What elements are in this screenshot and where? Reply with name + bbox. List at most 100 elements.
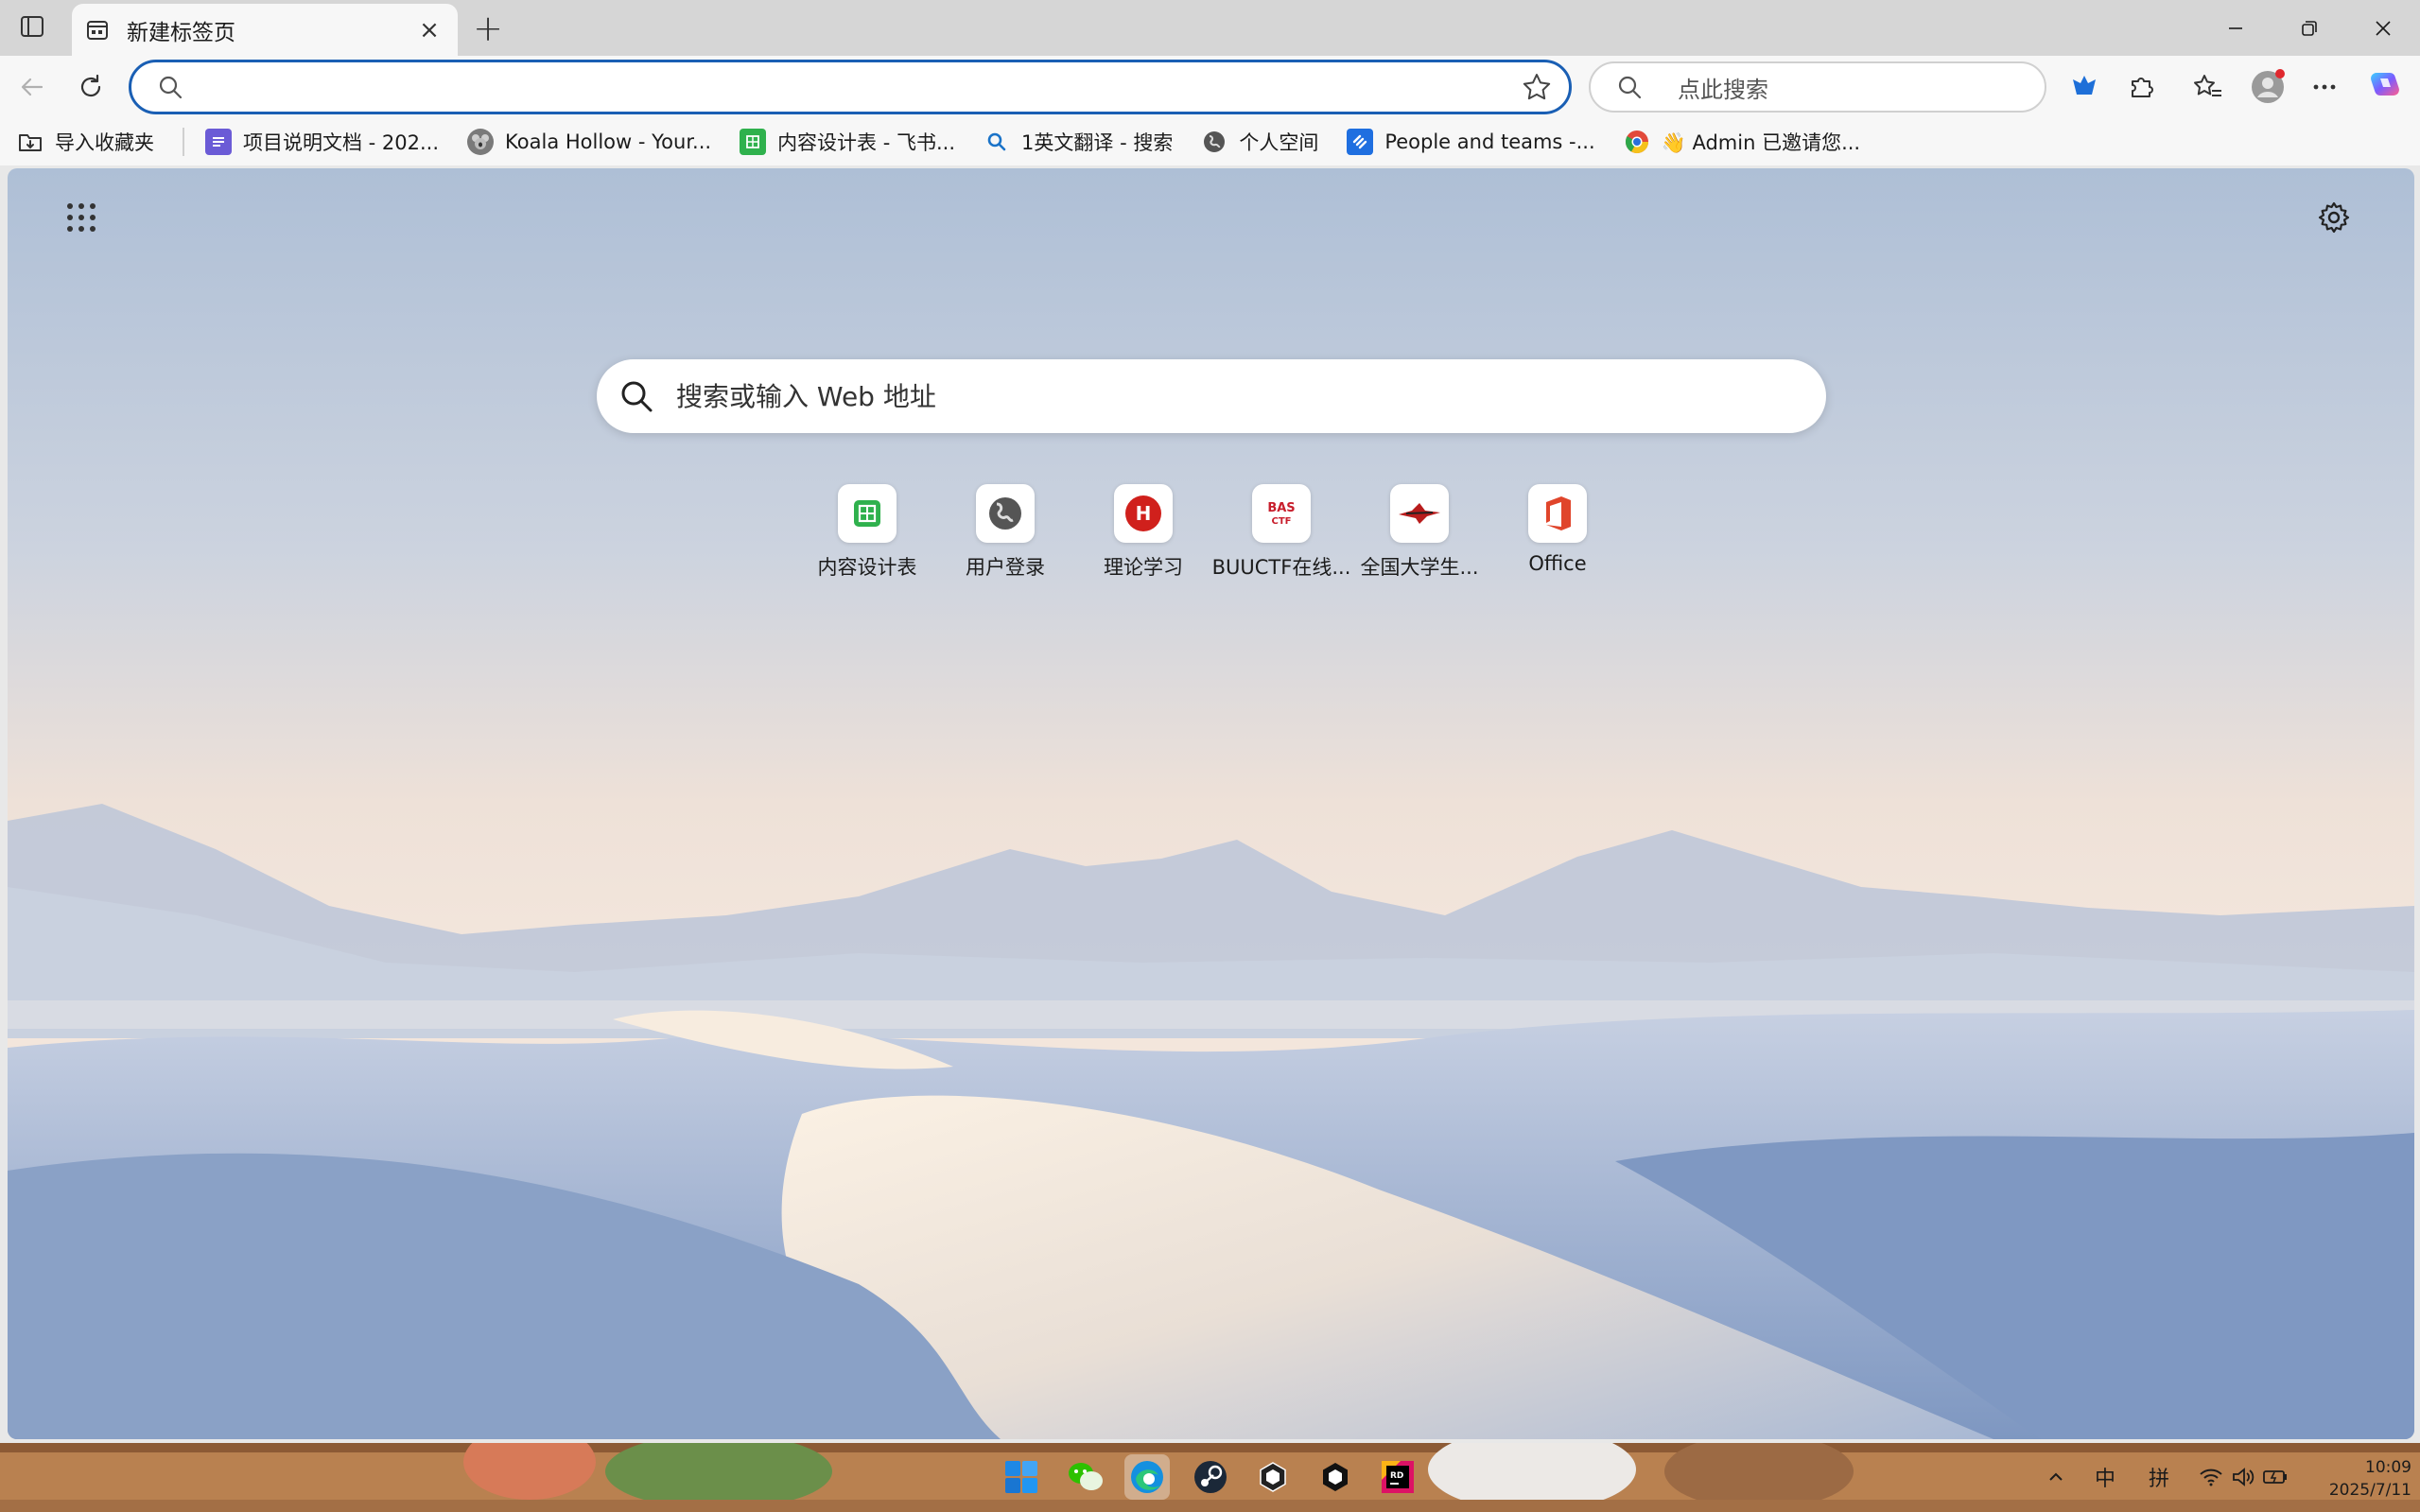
bookmark-label: 内容设计表 - 飞书...	[777, 131, 956, 154]
tab-new-tab[interactable]: 新建标签页 ×	[72, 4, 458, 56]
bookmark-label: Koala Hollow - Your...	[505, 130, 712, 153]
address-input[interactable]	[200, 68, 1520, 106]
star-icon	[1523, 74, 1551, 100]
unity-icon	[1323, 1463, 1348, 1491]
bookmark-admin-invite[interactable]: 👋 Admin 已邀请您...	[1624, 123, 1860, 161]
taskbar-clock[interactable]: 10:09 2025/7/11	[2298, 1456, 2411, 1502]
taskbar-unity-editor[interactable]	[1313, 1454, 1358, 1500]
wifi-icon	[2199, 1469, 2222, 1486]
sheet-icon	[740, 129, 767, 155]
office-icon	[1528, 484, 1587, 543]
h-icon: H	[1114, 484, 1173, 543]
taskbar-rider[interactable]: RD	[1375, 1454, 1420, 1500]
bookmark-import[interactable]: 导入收藏夹	[17, 123, 154, 161]
grid-dots-icon	[67, 203, 96, 232]
address-bar[interactable]	[129, 60, 1572, 114]
ime-language-indicator[interactable]: 中	[2095, 1462, 2115, 1492]
import-folder-icon	[17, 129, 44, 155]
search-icon	[621, 381, 653, 412]
quick-link-label: 理论学习	[1104, 556, 1183, 579]
arrow-left-icon	[21, 78, 44, 96]
svg-text:CTF: CTF	[1272, 516, 1292, 527]
profile-button[interactable]	[2249, 68, 2287, 106]
minimize-icon	[2229, 26, 2242, 29]
new-tab-button[interactable]: +	[469, 8, 507, 49]
tab-title: 新建标签页	[127, 20, 235, 45]
apps-launcher-button[interactable]	[53, 189, 110, 246]
taskbar-steam[interactable]	[1188, 1454, 1233, 1500]
bookmark-separator	[183, 128, 184, 156]
copilot-button[interactable]	[2366, 68, 2404, 106]
web-search-input[interactable]	[676, 380, 1826, 412]
bookmark-content-design-sheet[interactable]: 内容设计表 - 飞书...	[740, 123, 955, 161]
taskbar-unity-hub[interactable]	[1250, 1454, 1296, 1500]
unity-icon	[1260, 1462, 1286, 1492]
tab-close-button[interactable]: ×	[414, 15, 444, 45]
side-search-placeholder: 点此搜索	[1678, 76, 1768, 103]
bookmark-label: 个人空间	[1239, 131, 1319, 154]
quick-link-label: 用户登录	[966, 556, 1045, 579]
refresh-button[interactable]	[72, 68, 110, 106]
quick-link-office[interactable]: Office	[1489, 484, 1626, 575]
restore-button[interactable]	[2272, 0, 2346, 56]
quick-link-buuctf[interactable]: BAS CTF BUUCTF在线...	[1212, 484, 1350, 581]
refresh-icon	[80, 74, 101, 97]
svg-text:RD: RD	[1390, 1471, 1403, 1481]
bookmark-koala-hollow[interactable]: Koala Hollow - Your...	[467, 123, 711, 161]
start-button[interactable]	[999, 1454, 1044, 1500]
wechat-icon	[1069, 1463, 1103, 1490]
browser-toolbar: 点此搜索	[0, 56, 2420, 118]
taskbar-edge[interactable]	[1124, 1454, 1170, 1500]
quick-link-theory-study[interactable]: H 理论学习	[1075, 484, 1211, 581]
extensions-button[interactable]	[2123, 68, 2161, 106]
back-button[interactable]	[13, 68, 51, 106]
bird-icon	[1390, 484, 1449, 543]
bookmark-people-teams[interactable]: People and teams -...	[1347, 123, 1595, 161]
tab-actions-button[interactable]	[13, 11, 51, 42]
steam-icon	[1194, 1461, 1227, 1493]
taskbar-wechat[interactable]	[1063, 1454, 1108, 1500]
more-options-button[interactable]	[2306, 68, 2343, 106]
clock-date: 2025/7/11	[2328, 1481, 2411, 1500]
quick-link-content-design[interactable]: 内容设计表	[799, 484, 935, 581]
quick-link-user-login[interactable]: 用户登录	[937, 484, 1073, 581]
minimize-button[interactable]	[2199, 0, 2272, 56]
bookmark-label: 导入收藏夹	[55, 131, 154, 154]
bookmarks-bar: 导入收藏夹 项目说明文档 - 202... Koala Hollow - You…	[0, 118, 2420, 165]
windows-logo-icon	[1005, 1461, 1037, 1493]
bookmark-project-doc[interactable]: 项目说明文档 - 202...	[205, 123, 439, 161]
bookmark-label: 项目说明文档 - 202...	[243, 131, 440, 154]
quick-link-label: 内容设计表	[817, 556, 917, 579]
rider-icon: RD	[1382, 1461, 1414, 1493]
extension-bird-button[interactable]	[2065, 68, 2103, 106]
bas-icon: BAS CTF	[1252, 484, 1311, 543]
tray-status-icons[interactable]	[2194, 1454, 2292, 1500]
close-window-button[interactable]	[2346, 0, 2420, 56]
taskbar: RD 中 拼 10:09 2025/7/11	[0, 1443, 2420, 1512]
sheet-icon	[838, 484, 897, 543]
volume-icon	[2233, 1468, 2255, 1486]
bookmark-label: 👋 Admin 已邀请您...	[1661, 131, 1861, 154]
favorites-button[interactable]	[2189, 68, 2227, 106]
jira-icon	[1347, 129, 1374, 155]
svg-text:BAS: BAS	[1267, 501, 1295, 515]
svg-text:H: H	[1136, 502, 1152, 525]
side-search-box[interactable]: 点此搜索	[1589, 61, 2046, 113]
battery-icon	[2263, 1470, 2288, 1484]
gear-icon	[2318, 201, 2350, 234]
bookmark-label: People and teams -...	[1384, 130, 1595, 153]
ime-mode-indicator[interactable]: 拼	[2149, 1462, 2169, 1492]
close-icon	[2376, 20, 2391, 36]
bookmark-translate-search[interactable]: 1英文翻译 - 搜索	[984, 123, 1173, 161]
page-settings-button[interactable]	[2306, 189, 2362, 246]
clock-time: 10:09	[2365, 1458, 2411, 1477]
chevron-up-icon	[2049, 1472, 2063, 1481]
tray-overflow-button[interactable]	[2037, 1454, 2075, 1500]
bookmark-label: 1英文翻译 - 搜索	[1021, 131, 1174, 154]
favorite-star-button[interactable]	[1520, 70, 1554, 104]
bookmark-personal-space[interactable]: 个人空间	[1201, 123, 1318, 161]
chrome-icon	[1624, 129, 1650, 155]
quick-link-national-college[interactable]: 全国大学生...	[1351, 484, 1488, 581]
web-search-box[interactable]	[597, 359, 1826, 433]
quick-link-label: 全国大学生...	[1360, 556, 1479, 579]
